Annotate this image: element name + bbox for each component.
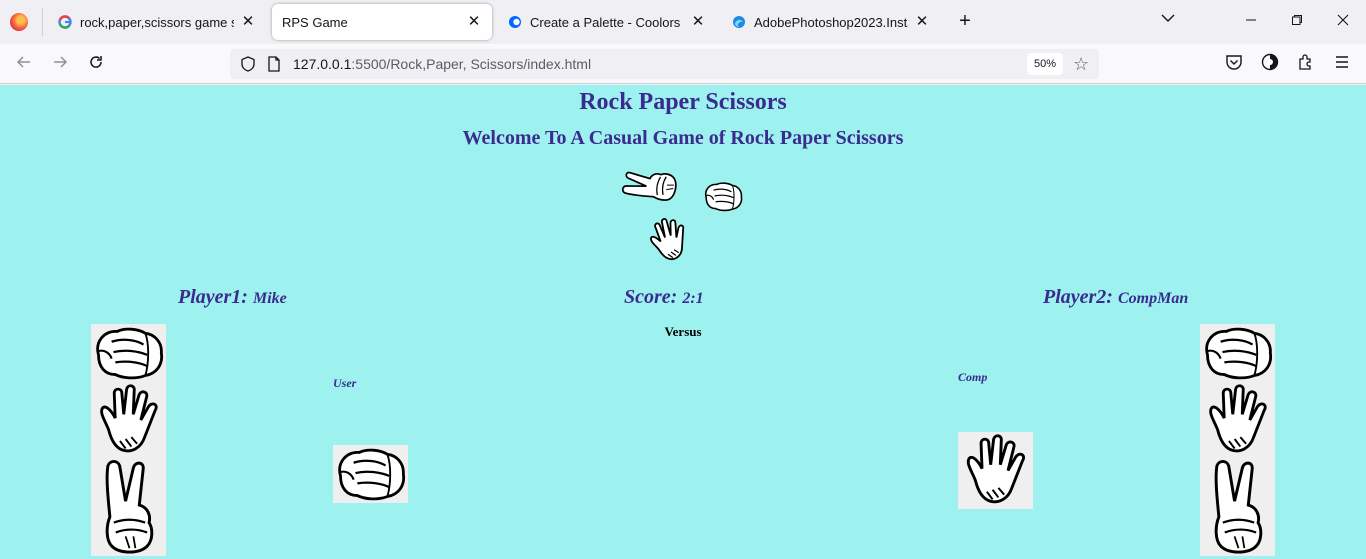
score-label: Score: — [624, 286, 678, 308]
tab-separator — [42, 8, 43, 36]
bookmark-star-icon[interactable]: ☆ — [1073, 53, 1089, 75]
pocket-icon[interactable] — [1223, 53, 1245, 75]
close-tab-icon[interactable]: ✕ — [914, 14, 930, 30]
close-tab-icon[interactable]: ✕ — [690, 14, 706, 30]
comp-choice-paper-icon — [958, 432, 1033, 509]
url-path: :5500/Rock,Paper, Scissors/index.html — [351, 56, 592, 72]
close-tab-icon[interactable]: ✕ — [466, 14, 482, 30]
header-rock-icon — [702, 180, 744, 213]
app-menu-icon[interactable] — [1331, 53, 1353, 75]
player1-scissors-button[interactable] — [91, 458, 166, 556]
player1-label: Player1: — [178, 286, 248, 308]
user-label: User — [333, 376, 357, 390]
close-window-icon[interactable] — [1331, 10, 1355, 34]
tab-title: rock,paper,scissors game svg - G — [80, 14, 234, 30]
minimize-icon[interactable] — [1239, 10, 1263, 34]
url-text[interactable]: 127.0.0.1:5500/Rock,Paper, Scissors/inde… — [293, 56, 591, 72]
versus-label: Versus — [664, 324, 702, 339]
new-tab-button[interactable]: + — [954, 11, 976, 33]
navigation-bar: 127.0.0.1:5500/Rock,Paper, Scissors/inde… — [0, 44, 1366, 84]
player1-rock-button[interactable] — [91, 324, 166, 382]
player2-name: CompMan — [1117, 290, 1189, 307]
list-all-tabs-icon[interactable] — [1156, 10, 1180, 34]
url-host: 127.0.0.1 — [293, 56, 352, 72]
reload-icon[interactable] — [85, 53, 107, 75]
address-bar[interactable]: 127.0.0.1:5500/Rock,Paper, Scissors/inde… — [230, 49, 1099, 79]
score-value: 2:1 — [682, 290, 704, 307]
score-heading: Score: 2:1 — [624, 286, 704, 309]
player2-scissors-button[interactable] — [1200, 458, 1275, 556]
google-g-icon — [58, 15, 72, 29]
page-title: Rock Paper Scissors — [579, 89, 787, 115]
tracking-protection-shield-icon[interactable] — [240, 56, 256, 72]
tab-title: AdobePhotoshop2023.Installer.: — [754, 14, 908, 30]
tab-photoshop-installer[interactable]: AdobePhotoshop2023.Installer.: ✕ — [722, 4, 940, 40]
tab-google-search[interactable]: rock,paper,scissors game svg - G ✕ — [48, 4, 266, 40]
forward-icon[interactable] — [49, 53, 71, 75]
player1-name: Mike — [252, 290, 287, 307]
coolors-icon — [508, 15, 522, 29]
player1-heading: Player1: Mike — [178, 286, 287, 309]
user-choice-rock-icon — [333, 445, 408, 503]
tab-title: RPS Game — [282, 14, 348, 30]
player2-rock-button[interactable] — [1200, 324, 1275, 382]
extensions-icon[interactable] — [1295, 53, 1317, 75]
page-subtitle: Welcome To A Casual Game of Rock Paper S… — [462, 127, 904, 149]
tab-title: Create a Palette - Coolors — [530, 14, 681, 30]
account-icon[interactable] — [1259, 53, 1281, 75]
tab-rps-game[interactable]: RPS Game ✕ — [272, 4, 492, 40]
header-paper-icon — [635, 209, 703, 272]
zoom-level-button[interactable]: 50% — [1027, 53, 1063, 75]
restore-icon[interactable] — [1285, 10, 1309, 34]
edge-icon — [732, 15, 746, 29]
tab-strip: rock,paper,scissors game svg - G ✕ RPS G… — [0, 0, 1366, 44]
player2-label: Player2: — [1043, 286, 1113, 308]
close-tab-icon[interactable]: ✕ — [240, 14, 256, 30]
rps-game-page: Rock Paper Scissors Welcome To A Casual … — [0, 85, 1366, 559]
player2-paper-button[interactable] — [1200, 382, 1275, 458]
back-icon[interactable] — [13, 53, 35, 75]
player1-paper-button[interactable] — [91, 382, 166, 458]
header-scissors-icon — [619, 160, 681, 209]
firefox-logo-icon[interactable] — [10, 13, 28, 31]
tab-coolors[interactable]: Create a Palette - Coolors ✕ — [498, 4, 716, 40]
comp-label: Comp — [958, 370, 988, 384]
player2-heading: Player2: CompMan — [1043, 286, 1188, 309]
page-info-icon[interactable] — [267, 56, 281, 72]
